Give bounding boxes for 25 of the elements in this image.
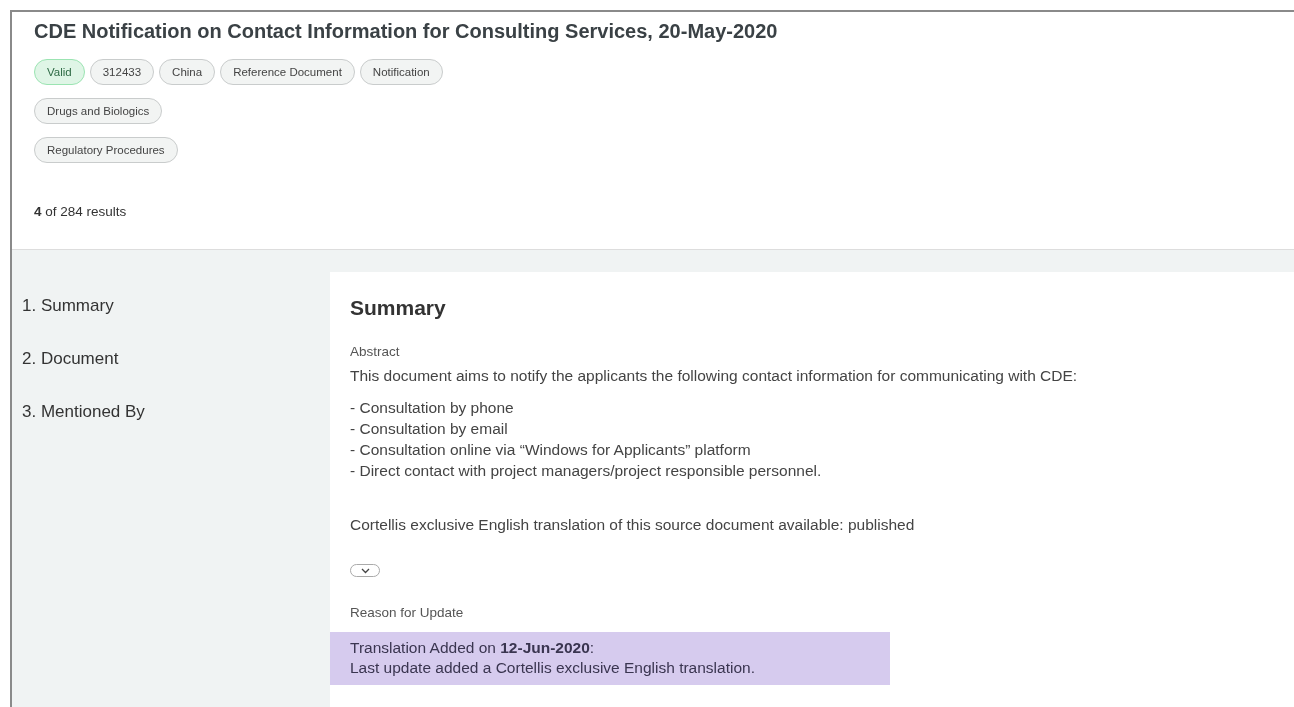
section-heading: Summary [350, 296, 446, 320]
reason-text: Last update added a Cortellis exclusive English translation. [350, 659, 756, 677]
tag-chip: China [159, 59, 216, 85]
list-line: - Consultation by email [350, 420, 509, 438]
document-title: CDE Notification on Contact Information for Consulting Services, 20-May-2020 [34, 20, 779, 43]
field-label: Abstract [350, 344, 400, 359]
sidebar-link[interactable]: 1. Summary [22, 296, 330, 316]
abstract-text: This document aims to notify the applicants the following contact information for communicating with CDE: [350, 367, 1078, 385]
list-line: - Consultation by phone [350, 399, 515, 417]
tag-chip: Notification [359, 59, 443, 85]
tag-chip: Reference Document [220, 59, 355, 85]
tag-chip: Drugs and Biologics [34, 98, 163, 124]
list-line: - Direct contact with project managers/project responsible personnel. [350, 462, 822, 480]
status-badge: Valid [34, 59, 85, 85]
results-count: 4 of 284 results [34, 204, 128, 219]
tag-chip: Regulatory Procedures [34, 137, 178, 163]
sidebar-link[interactable]: 3. Mentioned By [22, 402, 330, 422]
reason-text: Translation Added on 12-Jun-2020: [350, 639, 596, 657]
translation-note: Cortellis exclusive English translation of this source document available: published [350, 516, 915, 534]
chevron-down-icon [360, 567, 370, 574]
field-label: Reason for Update [350, 605, 464, 620]
sidebar-link[interactable]: 2. Document [22, 349, 330, 369]
list-line: - Consultation online via “Windows for Applicants” platform [350, 441, 752, 459]
expand-button[interactable] [350, 564, 380, 577]
tag-chip: 312433 [89, 59, 155, 85]
